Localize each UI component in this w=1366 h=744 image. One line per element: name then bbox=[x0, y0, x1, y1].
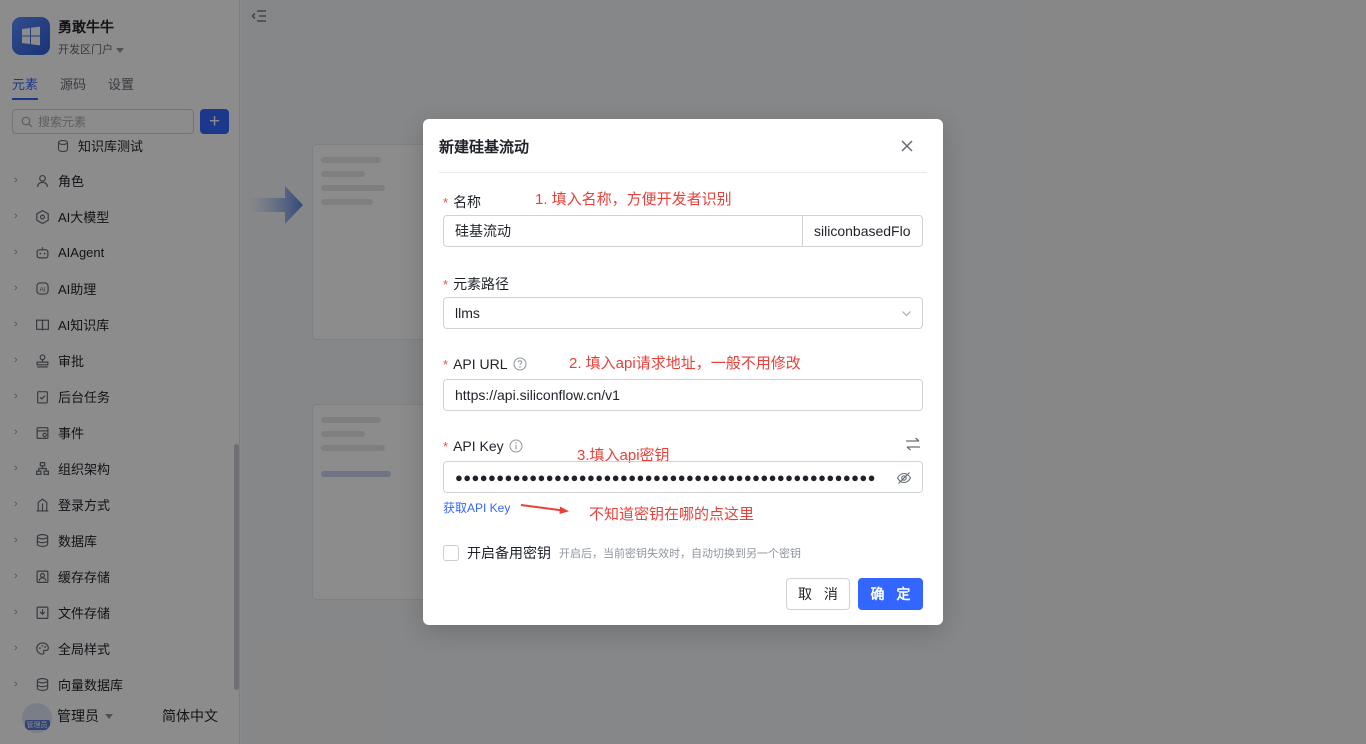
chevron-down-icon bbox=[902, 311, 911, 317]
help-icon[interactable] bbox=[513, 357, 527, 371]
backup-key-hint: 开启后，当前密钥失效时，自动切换到另一个密钥 bbox=[559, 548, 801, 560]
backup-key-checkbox[interactable] bbox=[443, 545, 459, 561]
confirm-button[interactable]: 确 定 bbox=[858, 578, 923, 610]
api-key-label-text: API Key bbox=[453, 438, 504, 454]
path-select-value: llms bbox=[455, 305, 480, 321]
info-icon[interactable] bbox=[509, 439, 523, 453]
api-key-input[interactable]: ●●●●●●●●●●●●●●●●●●●●●●●●●●●●●●●●●●●●●●●●… bbox=[443, 461, 923, 493]
path-field-label: * 元素路径 bbox=[443, 274, 509, 294]
api-url-field-label: * API URL bbox=[443, 356, 527, 372]
annotation-arrow-icon bbox=[520, 504, 569, 514]
dialog-divider bbox=[439, 172, 927, 173]
get-key-annotation: 不知道密钥在哪的点这里 bbox=[589, 506, 755, 523]
backup-key-label: 开启备用密钥 bbox=[467, 545, 551, 561]
close-icon[interactable] bbox=[899, 138, 915, 154]
name-label-text: 名称 bbox=[453, 194, 482, 210]
path-select[interactable]: llms bbox=[443, 297, 923, 329]
name-field: 硅基流动 siliconbasedFlo bbox=[443, 215, 923, 247]
required-mark: * bbox=[443, 438, 449, 454]
api-key-field-label: * API Key bbox=[443, 438, 523, 454]
backup-key-row: 开启备用密钥 开启后，当前密钥失效时，自动切换到另一个密钥 bbox=[443, 543, 801, 563]
required-mark: * bbox=[443, 276, 449, 292]
api-url-annotation: 2. 填入api请求地址，一般不用修改 bbox=[569, 355, 801, 372]
api-url-input[interactable]: https://api.siliconflow.cn/v1 bbox=[443, 379, 923, 411]
create-dialog: 新建硅基流动 * 名称 1. 填入名称，方便开发者识别 硅基流动 silicon… bbox=[423, 119, 943, 625]
eye-off-icon[interactable] bbox=[896, 470, 912, 486]
name-input[interactable]: 硅基流动 bbox=[444, 216, 803, 246]
dialog-title: 新建硅基流动 bbox=[439, 139, 530, 156]
api-url-label-text: API URL bbox=[453, 356, 508, 372]
cancel-button[interactable]: 取 消 bbox=[786, 578, 850, 610]
name-annotation: 1. 填入名称，方便开发者识别 bbox=[535, 191, 732, 208]
swap-icon[interactable] bbox=[905, 437, 921, 451]
path-label-text: 元素路径 bbox=[453, 276, 510, 292]
required-mark: * bbox=[443, 194, 449, 210]
code-input[interactable]: siliconbasedFlo bbox=[803, 216, 922, 246]
required-mark: * bbox=[443, 356, 449, 372]
get-api-key-link[interactable]: 获取API Key bbox=[443, 499, 510, 516]
api-key-value: ●●●●●●●●●●●●●●●●●●●●●●●●●●●●●●●●●●●●●●●●… bbox=[455, 469, 876, 485]
name-field-label: * 名称 bbox=[443, 192, 481, 212]
